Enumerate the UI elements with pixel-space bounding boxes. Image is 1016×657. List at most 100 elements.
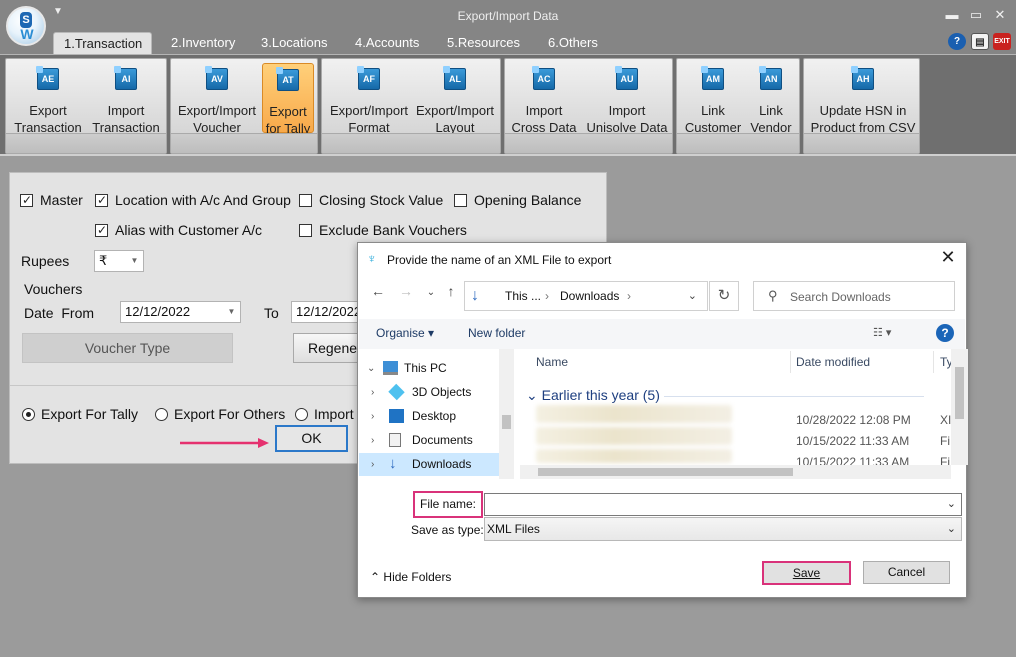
document-icon[interactable]: ▤ <box>971 33 989 50</box>
master-checkbox[interactable]: Master <box>20 191 83 209</box>
vouchers-label: Vouchers <box>24 281 83 297</box>
save-as-type-value: XML Files <box>487 522 540 536</box>
chevron-down-icon[interactable]: ⌄ <box>947 497 956 510</box>
chevron-down-icon[interactable]: ⌄ <box>688 289 697 302</box>
exclude-bank-checkbox[interactable]: Exclude Bank Vouchers <box>299 221 467 239</box>
nav-this-pc[interactable]: ⌄ This PC <box>359 357 499 380</box>
import-transaction-button[interactable]: AI Import Transaction <box>88 63 164 135</box>
breadcrumb-this-pc[interactable]: This ... <box>505 289 541 303</box>
location-label: Location with A/c And Group <box>115 192 291 208</box>
regenerate-button[interactable]: Regene <box>293 333 359 363</box>
import-unisolve-data-button[interactable]: AU Import Unisolve Data <box>583 63 671 135</box>
export-for-others-radio[interactable]: Export For Others <box>155 405 285 423</box>
refresh-icon[interactable]: ↻ <box>709 281 739 311</box>
import-radio[interactable]: Import <box>295 405 354 423</box>
expanded-chevron-icon[interactable]: ⌄ <box>367 357 375 380</box>
blurred-file-name[interactable] <box>536 405 732 423</box>
scroll-thumb[interactable] <box>538 468 793 476</box>
dialog-toolbar: Organise ▾ New folder ☷ ▾ ? <box>359 319 965 349</box>
file-row[interactable]: 10/28/2022 12:08 PM XI <box>796 413 951 427</box>
nav-downloads-label: Downloads <box>412 457 472 471</box>
view-options-icon[interactable]: ☷ ▾ <box>873 326 891 339</box>
title-bar: ▼ Export/Import Data ▬ ▭ ✕ <box>0 0 1016 32</box>
export-transaction-button[interactable]: AE Export Transaction <box>10 63 86 135</box>
minimize-icon[interactable]: ▬ <box>944 7 960 22</box>
organise-menu[interactable]: Organise ▾ <box>376 326 434 340</box>
ribbon-group-footer <box>171 133 317 153</box>
location-checkbox[interactable]: Location with A/c And Group <box>95 191 291 209</box>
group-header[interactable]: ⌄ Earlier this year (5) <box>526 387 660 404</box>
file-list-horizontal-scrollbar[interactable] <box>520 465 951 479</box>
date-to-picker[interactable]: 12/12/2022 <box>291 301 358 323</box>
up-arrow-icon[interactable]: ↑ <box>441 283 461 299</box>
tab-accounts[interactable]: 4.Accounts <box>345 32 429 54</box>
nav-scrollbar[interactable] <box>499 349 514 479</box>
ribbon-group-voucher: AV Export/Import Voucher AT Export for T… <box>170 58 318 154</box>
export-import-voucher-button[interactable]: AV Export/Import Voucher <box>175 63 259 135</box>
checkbox-box <box>454 194 467 207</box>
maximize-icon[interactable]: ▭ <box>968 7 984 23</box>
ok-button[interactable]: OK <box>275 425 348 452</box>
app-logo[interactable]: S W <box>6 6 46 46</box>
forward-arrow-icon: → <box>399 283 413 299</box>
blurred-file-name[interactable] <box>536 449 732 463</box>
export-for-tally-button[interactable]: AT Export for Tally <box>262 63 314 136</box>
nav-desktop[interactable]: › Desktop <box>359 405 499 428</box>
hide-folders-toggle[interactable]: ⌃ Hide Folders <box>370 570 451 584</box>
file-name-input[interactable]: ⌄ <box>484 493 962 516</box>
export-for-tally-radio[interactable]: Export For Tally <box>22 405 138 423</box>
collapsed-chevron-icon[interactable]: › <box>371 429 374 452</box>
back-arrow-icon[interactable]: ← <box>368 283 388 299</box>
closing-stock-label: Closing Stock Value <box>319 192 444 208</box>
rupees-select[interactable]: ₹ ▼ <box>94 250 144 272</box>
scroll-thumb[interactable] <box>502 415 511 429</box>
checkbox-box <box>20 191 33 209</box>
search-input[interactable]: ⚲ Search Downloads <box>753 281 955 311</box>
collapsed-chevron-icon[interactable]: › <box>371 405 374 428</box>
link-vendor-button[interactable]: AN Link Vendor <box>745 63 797 135</box>
nav-3d-objects[interactable]: › 3D Objects <box>359 381 499 404</box>
closing-stock-checkbox[interactable]: Closing Stock Value <box>299 191 443 209</box>
collapsed-chevron-icon[interactable]: › <box>371 381 374 404</box>
rupees-label: Rupees <box>21 253 70 269</box>
tab-transaction[interactable]: 1.Transaction <box>53 32 152 54</box>
opening-balance-checkbox[interactable]: Opening Balance <box>454 191 581 209</box>
blurred-file-name[interactable] <box>536 427 732 445</box>
breadcrumb-downloads[interactable]: Downloads <box>560 289 619 303</box>
import-cross-data-button[interactable]: AC Import Cross Data <box>507 63 581 135</box>
help-icon[interactable]: ? <box>948 33 966 50</box>
help-icon[interactable]: ? <box>936 324 954 342</box>
export-import-format-button[interactable]: AF Export/Import Format <box>326 63 412 135</box>
file-row[interactable]: 10/15/2022 11:33 AM Fi <box>796 434 950 448</box>
ribbon-group-footer <box>677 133 799 153</box>
dialog-close-icon[interactable]: ✕ <box>938 247 958 268</box>
alias-checkbox[interactable]: Alias with Customer A/c <box>95 221 262 239</box>
group-collapse-icon[interactable]: ⌄ <box>526 387 538 403</box>
tab-others[interactable]: 6.Others <box>538 32 608 54</box>
column-date-modified[interactable]: Date modified <box>796 355 870 369</box>
nav-documents[interactable]: › Documents <box>359 429 499 452</box>
export-import-layout-button[interactable]: AL Export/Import Layout <box>412 63 498 135</box>
close-icon[interactable]: ✕ <box>992 7 1008 23</box>
save-as-type-select[interactable]: XML Files ⌄ <box>484 517 962 541</box>
tab-locations[interactable]: 3.Locations <box>251 32 338 54</box>
update-hsn-label: Update HSN in Product from CSV <box>810 103 916 135</box>
exit-icon[interactable]: EXIT <box>993 33 1011 50</box>
column-separator <box>790 351 791 373</box>
date-from-label: Date From <box>24 305 95 321</box>
link-customer-button[interactable]: AM Link Customer <box>681 63 745 135</box>
new-folder-button[interactable]: New folder <box>468 326 525 340</box>
nav-downloads[interactable]: › ↓ Downloads <box>359 453 499 476</box>
save-button[interactable]: Save <box>762 561 851 585</box>
tab-inventory[interactable]: 2.Inventory <box>161 32 245 54</box>
scroll-thumb[interactable] <box>955 367 964 419</box>
update-hsn-button[interactable]: AH Update HSN in Product from CSV <box>808 63 918 135</box>
cancel-button[interactable]: Cancel <box>863 561 950 584</box>
tab-resources[interactable]: 5.Resources <box>437 32 530 54</box>
file-list-vertical-scrollbar[interactable] <box>951 349 968 465</box>
date-from-picker[interactable]: 12/12/2022 ▼ <box>120 301 241 323</box>
recent-locations-icon[interactable]: ⌄ <box>421 287 441 298</box>
collapsed-chevron-icon[interactable]: › <box>371 453 374 476</box>
address-bar[interactable]: ↓ This ... › Downloads › ⌄ <box>464 281 708 311</box>
column-name[interactable]: Name <box>536 355 568 369</box>
